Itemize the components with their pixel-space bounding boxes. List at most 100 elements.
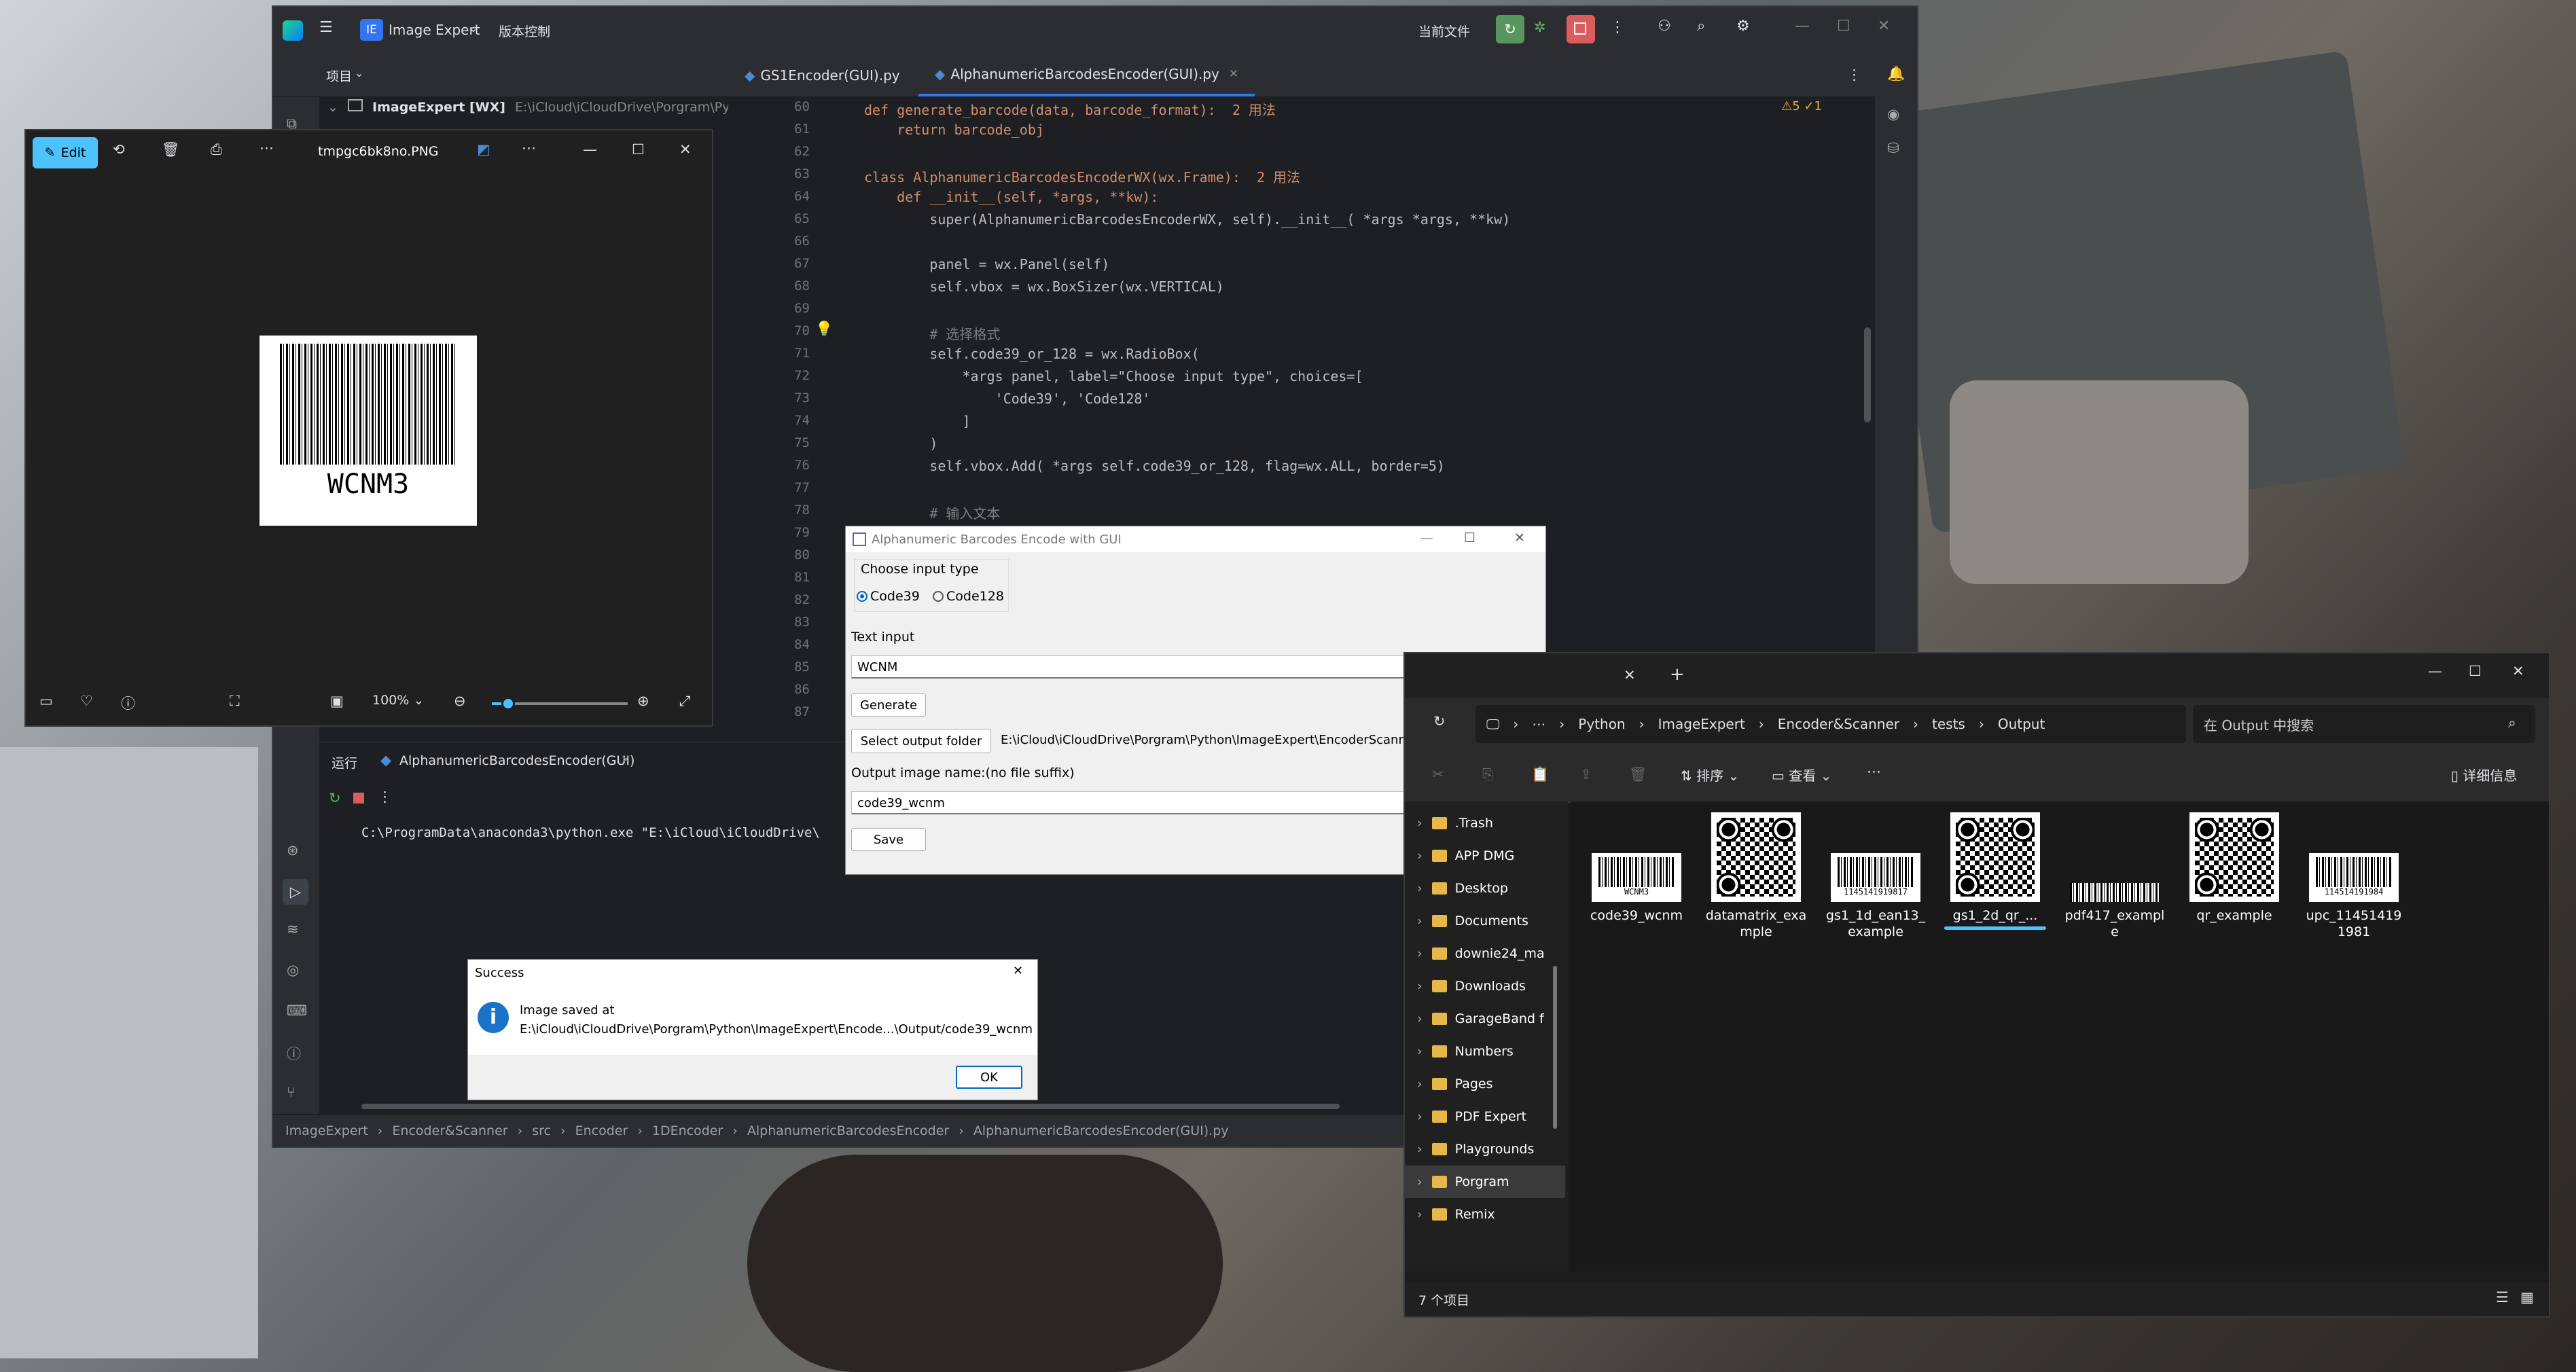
close-icon[interactable]: ✕	[2512, 663, 2524, 679]
notifications-icon[interactable]: 🔔	[1887, 65, 1905, 82]
tab-gs1encoder[interactable]: ◆ GS1Encoder(GUI).py	[728, 54, 916, 96]
print-icon[interactable]: ⎙	[211, 141, 222, 158]
close-icon[interactable]: ✕	[1878, 18, 1890, 35]
more-icon[interactable]: ⋮	[1610, 19, 1625, 36]
debug-icon[interactable]: ✲	[1534, 19, 1546, 35]
nav-item[interactable]: › Pages	[1405, 1068, 1565, 1100]
chevron-right-icon[interactable]: ›	[1417, 816, 1423, 831]
edit-button[interactable]: ✎ Edit	[33, 137, 98, 168]
project-switcher[interactable]: Image Expert	[389, 22, 480, 38]
file-item[interactable]: 114514191984 upc_114514191981	[2303, 812, 2405, 940]
maximize-icon[interactable]: ☐	[1464, 530, 1475, 545]
zoom-out-icon[interactable]: ⊖	[454, 693, 466, 709]
nav-item[interactable]: › Downloads	[1405, 970, 1565, 1003]
file-item[interactable]: 1145141919817 gs1_1d_ean13_example	[1825, 812, 1927, 940]
tiles-view-icon[interactable]: ▦	[2520, 1289, 2534, 1305]
chevron-right-icon[interactable]: ›	[1417, 881, 1423, 896]
nav-item[interactable]: › Playgrounds	[1405, 1133, 1565, 1166]
details-view-icon[interactable]: ☰	[2496, 1289, 2509, 1305]
view-button[interactable]: ▭ 查看 ⌄	[1772, 765, 1831, 784]
minimize-icon[interactable]: —	[1795, 18, 1810, 35]
address-bar[interactable]: 🖵 › ⋯ › Python › ImageExpert › Encoder&S…	[1475, 705, 2186, 743]
search-box[interactable]: 在 Output 中搜索 ⌕	[2193, 705, 2535, 743]
run-icon[interactable]: ↻	[1496, 15, 1524, 43]
radio-code39[interactable]: Code39	[857, 589, 920, 604]
actual-size-icon[interactable]: ▣	[330, 693, 344, 709]
nav-item[interactable]: › Desktop	[1405, 872, 1565, 905]
main-menu-icon[interactable]: ☰	[319, 19, 333, 36]
path-segment[interactable]: Encoder&Scanner	[1778, 716, 1899, 732]
file-item[interactable]: WCNM3 code39_wcnm	[1586, 812, 1687, 924]
close-icon[interactable]: ✕	[1514, 530, 1525, 545]
project-tree-row[interactable]: ⌄ ImageExpert [WX] E:\iCloud\iCloudDrive…	[327, 99, 728, 126]
radio-code128[interactable]: Code128	[933, 589, 1004, 604]
plugins-icon[interactable]: ⊛	[287, 842, 299, 859]
nav-item[interactable]: › .Trash	[1405, 807, 1565, 840]
search-icon[interactable]: ⌕	[1697, 18, 1705, 35]
services-icon[interactable]: ◎	[287, 962, 299, 978]
nav-scrollbar[interactable]	[1553, 966, 1557, 1129]
chevron-right-icon[interactable]: ›	[1417, 946, 1423, 961]
breadcrumb-item[interactable]: Encoder	[575, 1123, 628, 1138]
minimize-icon[interactable]: —	[583, 141, 597, 158]
ai-assistant-icon[interactable]: ◉	[1887, 106, 1899, 122]
gear-icon[interactable]: ⚙	[1736, 18, 1750, 35]
copy-icon[interactable]: ⎘	[1482, 766, 1494, 783]
nav-item[interactable]: › PDF Expert	[1405, 1100, 1565, 1133]
path-segment[interactable]: ImageExpert	[1658, 716, 1745, 732]
nav-item[interactable]: › Documents	[1405, 905, 1565, 937]
breadcrumb-item[interactable]: AlphanumericBarcodesEncoder(GUI).py	[973, 1123, 1229, 1138]
run-tab[interactable]: AlphanumericBarcodesEncoder(GUI)	[399, 753, 634, 768]
maximize-icon[interactable]: ☐	[2469, 663, 2482, 679]
terminal-icon[interactable]: ⌨	[287, 1003, 307, 1019]
more-icon[interactable]: ⋯	[260, 140, 274, 156]
file-item[interactable]: gs1_2d_qr_...	[1944, 812, 2046, 930]
zoom-slider[interactable]	[492, 697, 628, 710]
nav-item[interactable]: › downie24_ma	[1405, 937, 1565, 970]
nav-item[interactable]: › GarageBand f	[1405, 1003, 1565, 1035]
nav-item[interactable]: › Porgram	[1405, 1166, 1565, 1198]
save-button[interactable]: Save	[851, 828, 926, 851]
nav-item[interactable]: › Remix	[1405, 1198, 1565, 1231]
delete-icon[interactable]: 🗑	[1629, 766, 1647, 783]
chevron-right-icon[interactable]: ›	[1417, 979, 1423, 994]
chevron-right-icon[interactable]: ›	[1417, 1174, 1423, 1189]
nav-item[interactable]: › APP DMG	[1405, 840, 1565, 872]
breadcrumb-item[interactable]: src	[532, 1123, 551, 1138]
minimize-icon[interactable]: —	[2428, 663, 2442, 679]
filmstrip-icon[interactable]: ▭	[39, 693, 53, 709]
breadcrumb-item[interactable]: AlphanumericBarcodesEncoder	[747, 1123, 949, 1138]
more-icon[interactable]: ⋯	[1867, 763, 1881, 780]
chevron-right-icon[interactable]: ›	[1417, 1044, 1423, 1059]
refresh-icon[interactable]: ↻	[1433, 713, 1446, 729]
fullscreen-icon[interactable]: ⤢	[679, 693, 691, 710]
minimize-icon[interactable]: —	[1420, 530, 1433, 545]
chevron-right-icon[interactable]: ›	[1417, 848, 1423, 863]
ok-button[interactable]: OK	[956, 1066, 1022, 1089]
close-icon[interactable]: ✕	[679, 141, 692, 158]
chevron-right-icon[interactable]: ›	[1417, 1077, 1423, 1091]
stop-icon[interactable]	[1567, 15, 1595, 43]
chevron-right-icon[interactable]: ›	[1417, 1207, 1423, 1222]
new-tab-icon[interactable]: +	[1670, 664, 1685, 685]
delete-icon[interactable]: 🗑	[162, 141, 180, 158]
info-icon[interactable]: ⓘ	[121, 693, 135, 713]
close-tab-icon[interactable]: ✕	[1624, 667, 1636, 683]
zoom-level[interactable]: 100% ⌄	[372, 693, 424, 708]
close-icon[interactable]: ✕	[1229, 67, 1238, 81]
lightbulb-icon[interactable]: 💡	[815, 321, 833, 338]
cut-icon[interactable]: ✂	[1432, 766, 1444, 782]
rerun-icon[interactable]: ↻	[329, 790, 341, 806]
breadcrumb-item[interactable]: 1DEncoder	[652, 1123, 723, 1138]
rotate-icon[interactable]: ⟲	[113, 141, 125, 158]
maximize-icon[interactable]: ☐	[632, 141, 645, 158]
editor-scrollbar[interactable]	[1864, 327, 1871, 422]
run-config-selector[interactable]: 当前文件	[1418, 22, 1470, 40]
more-icon[interactable]: ⋮	[1847, 67, 1861, 83]
chevron-right-icon[interactable]: ›	[1417, 1142, 1423, 1157]
vcs-menu[interactable]: 版本控制	[499, 22, 550, 40]
inspection-widget[interactable]: ⚠5 ✓1	[1781, 99, 1822, 113]
breadcrumb-item[interactable]: Encoder&Scanner	[392, 1123, 507, 1138]
problems-icon[interactable]: ⓘ	[287, 1043, 301, 1064]
nav-item[interactable]: › Numbers	[1405, 1035, 1565, 1068]
